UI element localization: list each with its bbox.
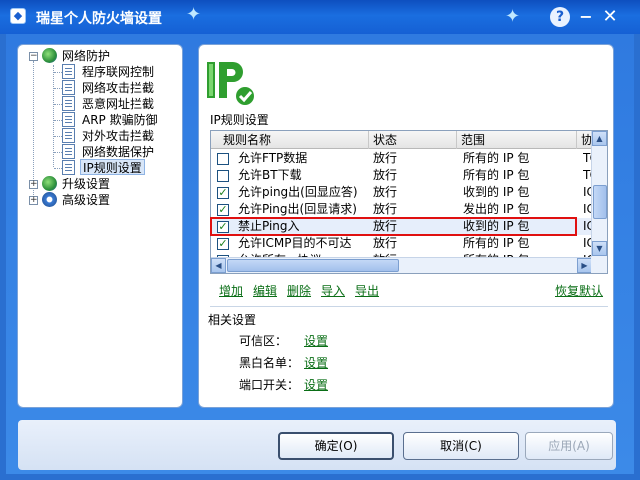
network-globe-icon xyxy=(42,48,57,63)
table-row[interactable]: 允许FTP数据放行所有的 IP 包TC xyxy=(211,150,593,167)
selected-row-outline xyxy=(210,217,577,236)
tree-item-advanced[interactable]: 高级设置 xyxy=(62,192,110,208)
cancel-button[interactable]: 取消(C) xyxy=(403,432,519,460)
table-row[interactable]: ✓允许ICMP目的不可达放行所有的 IP 包IC xyxy=(211,235,593,252)
rule-checkbox[interactable]: ✓ xyxy=(217,187,229,199)
table-row[interactable]: ✓允许Ping出(回显请求)放行发出的 IP 包IC xyxy=(211,201,593,218)
rule-checkbox[interactable] xyxy=(217,170,229,182)
tree-expand-icon[interactable]: + xyxy=(29,180,38,189)
horizontal-scroll-thumb[interactable] xyxy=(227,259,399,272)
size-grip xyxy=(591,257,607,273)
close-button[interactable]: ✕ xyxy=(600,7,620,27)
scroll-right-icon[interactable]: ▶ xyxy=(577,258,592,273)
sparkle-icon: ✦ xyxy=(186,4,202,25)
blackwhite-list-settings-link[interactable]: 设置 xyxy=(304,354,328,371)
window-title: 瑞星个人防火墙设置 xyxy=(36,11,162,27)
rule-range-cell: 收到的 IP 包 xyxy=(463,185,530,199)
rule-status-cell: 放行 xyxy=(373,151,398,165)
settings-tree[interactable]: − 网络防护 程序联网控制 网络攻击拦截 恶意网址拦截 ARP 欺骗防御 对外攻… xyxy=(17,44,183,408)
tree-item-upgrade[interactable]: 升级设置 xyxy=(62,176,110,192)
vertical-scroll-thumb[interactable] xyxy=(593,185,607,219)
rule-range-cell: 所有的 IP 包 xyxy=(463,168,530,182)
title-bar: ✦ ✦ ◆ 瑞星个人防火墙设置 ? − ✕ xyxy=(0,0,640,34)
horizontal-scrollbar[interactable]: ◀ ▶ xyxy=(211,257,593,273)
tree-item-arp-defense[interactable]: ARP 欺骗防御 xyxy=(82,112,158,128)
rule-status-cell: 放行 xyxy=(373,202,398,216)
rule-name-cell: 允许FTP数据 xyxy=(238,151,308,165)
vertical-scrollbar[interactable]: ▲ ▼ xyxy=(591,131,607,257)
port-switch-settings-link[interactable]: 设置 xyxy=(304,376,328,393)
gear-icon xyxy=(42,192,57,207)
tree-item-attack-block[interactable]: 网络攻击拦截 xyxy=(82,80,154,96)
trusted-zone-label: 可信区： xyxy=(239,334,288,348)
column-header-range[interactable]: 范围 xyxy=(457,131,577,149)
tree-expand-icon[interactable]: + xyxy=(29,196,38,205)
section-title: IP规则设置 xyxy=(210,113,269,127)
port-switch-label: 端口开关： xyxy=(239,378,300,392)
page-icon xyxy=(62,144,75,159)
add-rule-link[interactable]: 增加 xyxy=(219,282,243,299)
edit-rule-link[interactable]: 编辑 xyxy=(253,282,277,299)
upgrade-globe-icon xyxy=(42,176,57,191)
rule-name-cell: 允许ping出(回显应答) xyxy=(238,185,358,199)
rule-name-cell: 允许BT下载 xyxy=(238,168,302,182)
rule-range-cell: 所有的 IP 包 xyxy=(463,151,530,165)
minimize-button[interactable]: − xyxy=(576,7,596,27)
app-shield-icon: ◆ xyxy=(10,8,26,24)
page-icon xyxy=(62,80,75,95)
tree-item-outbound-attack[interactable]: 对外攻击拦截 xyxy=(82,128,154,144)
table-row[interactable]: 允许BT下载放行所有的 IP 包TC xyxy=(211,167,593,184)
blackwhite-list-label: 黑白名单： xyxy=(239,356,300,370)
page-icon xyxy=(62,160,75,175)
scroll-left-icon[interactable]: ◀ xyxy=(211,258,226,273)
rule-checkbox[interactable]: ✓ xyxy=(217,238,229,250)
import-rules-link[interactable]: 导入 xyxy=(321,282,345,299)
rule-checkbox[interactable] xyxy=(217,153,229,165)
divider xyxy=(210,306,608,307)
delete-rule-link[interactable]: 删除 xyxy=(287,282,311,299)
tree-collapse-icon[interactable]: − xyxy=(29,52,38,61)
help-button[interactable]: ? xyxy=(550,7,570,27)
ok-button[interactable]: 确定(O) xyxy=(278,432,394,460)
page-icon xyxy=(62,64,75,79)
page-icon xyxy=(62,96,75,111)
table-header: 规则名称 状态 范围 协 xyxy=(211,131,593,149)
page-icon xyxy=(62,128,75,143)
tree-item-data-protection[interactable]: 网络数据保护 xyxy=(82,144,154,160)
tree-item-malicious-url[interactable]: 恶意网址拦截 xyxy=(82,96,154,112)
scroll-down-icon[interactable]: ▼ xyxy=(592,241,607,256)
tree-item-ip-rules[interactable]: IP规则设置 xyxy=(80,159,145,175)
rule-checkbox[interactable]: ✓ xyxy=(217,204,229,216)
rule-range-cell: 所有的 IP 包 xyxy=(463,236,530,250)
rule-status-cell: 放行 xyxy=(373,185,398,199)
sparkle-icon: ✦ xyxy=(505,6,521,27)
rule-name-cell: 允许Ping出(回显请求) xyxy=(238,202,357,216)
apply-button[interactable]: 应用(A) xyxy=(525,432,613,460)
ip-rules-table[interactable]: 规则名称 状态 范围 协 允许FTP数据放行所有的 IP 包TC允许BT下载放行… xyxy=(210,130,608,274)
scroll-up-icon[interactable]: ▲ xyxy=(592,131,607,146)
export-rules-link[interactable]: 导出 xyxy=(355,282,379,299)
page-icon xyxy=(62,112,75,127)
tree-item-program-control[interactable]: 程序联网控制 xyxy=(82,64,154,80)
rule-name-cell: 允许ICMP目的不可达 xyxy=(238,236,352,250)
ip-shield-icon xyxy=(207,62,256,107)
column-header-status[interactable]: 状态 xyxy=(369,131,457,149)
restore-default-link[interactable]: 恢复默认 xyxy=(555,282,603,299)
related-settings-title: 相关设置 xyxy=(208,313,257,327)
tree-item-network-protection[interactable]: 网络防护 xyxy=(62,48,110,64)
rule-status-cell: 放行 xyxy=(373,168,398,182)
trusted-zone-settings-link[interactable]: 设置 xyxy=(304,332,328,349)
column-header-name[interactable]: 规则名称 xyxy=(211,131,369,149)
rule-range-cell: 发出的 IP 包 xyxy=(463,202,530,216)
rule-status-cell: 放行 xyxy=(373,236,398,250)
table-row[interactable]: ✓允许ping出(回显应答)放行收到的 IP 包IC xyxy=(211,184,593,201)
